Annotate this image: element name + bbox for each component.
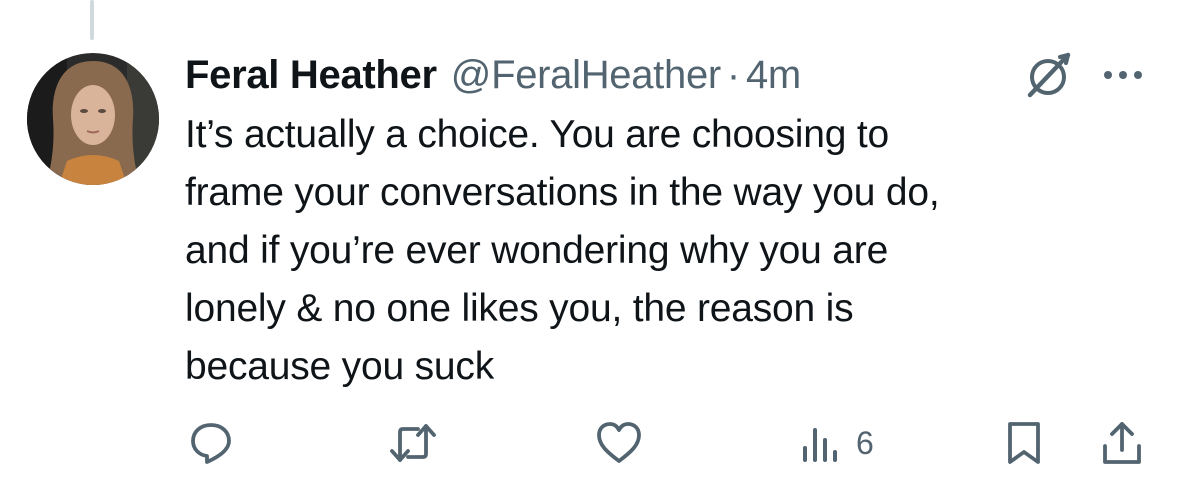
retweet-button[interactable]	[388, 420, 438, 466]
tweet-timestamp[interactable]: 4m	[746, 53, 801, 98]
header-separator: ·	[726, 52, 740, 97]
heart-icon	[597, 422, 641, 463]
bookmark-icon	[1008, 422, 1040, 464]
retweet-icon	[390, 424, 436, 462]
share-icon	[1103, 422, 1141, 464]
bookmark-button[interactable]	[1004, 420, 1044, 466]
share-button[interactable]	[1100, 420, 1144, 466]
views-count: 6	[856, 424, 874, 461]
tweet-text-line: It’s actually a choice. You are choosing…	[185, 113, 889, 156]
avatar[interactable]	[27, 53, 159, 185]
author-display-name[interactable]: Feral Heather	[185, 53, 437, 98]
views-button[interactable]: 6	[800, 420, 874, 466]
author-handle[interactable]: @FeralHeather	[451, 53, 721, 98]
tweet-text-line: lonely & no one likes you, the reason is	[185, 287, 854, 330]
reply-icon	[191, 423, 231, 464]
more-icon[interactable]	[1100, 60, 1146, 90]
tweet-text-line: frame your conversations in the way you …	[185, 171, 940, 214]
tweet-header: Feral Heather @FeralHeather · 4m	[185, 50, 801, 100]
grok-icon[interactable]	[1022, 49, 1074, 101]
reply-button[interactable]	[188, 420, 234, 466]
views-bar-chart-icon	[803, 428, 837, 462]
thread-connector-line	[90, 0, 94, 40]
tweet-text-line: because you suck	[185, 345, 494, 388]
like-button[interactable]	[595, 420, 643, 466]
avatar-image	[27, 53, 159, 185]
tweet-text-line: and if you’re ever wondering why you are	[185, 229, 889, 272]
tweet-text: It’s actually a choice. You are choosing…	[185, 106, 1085, 396]
